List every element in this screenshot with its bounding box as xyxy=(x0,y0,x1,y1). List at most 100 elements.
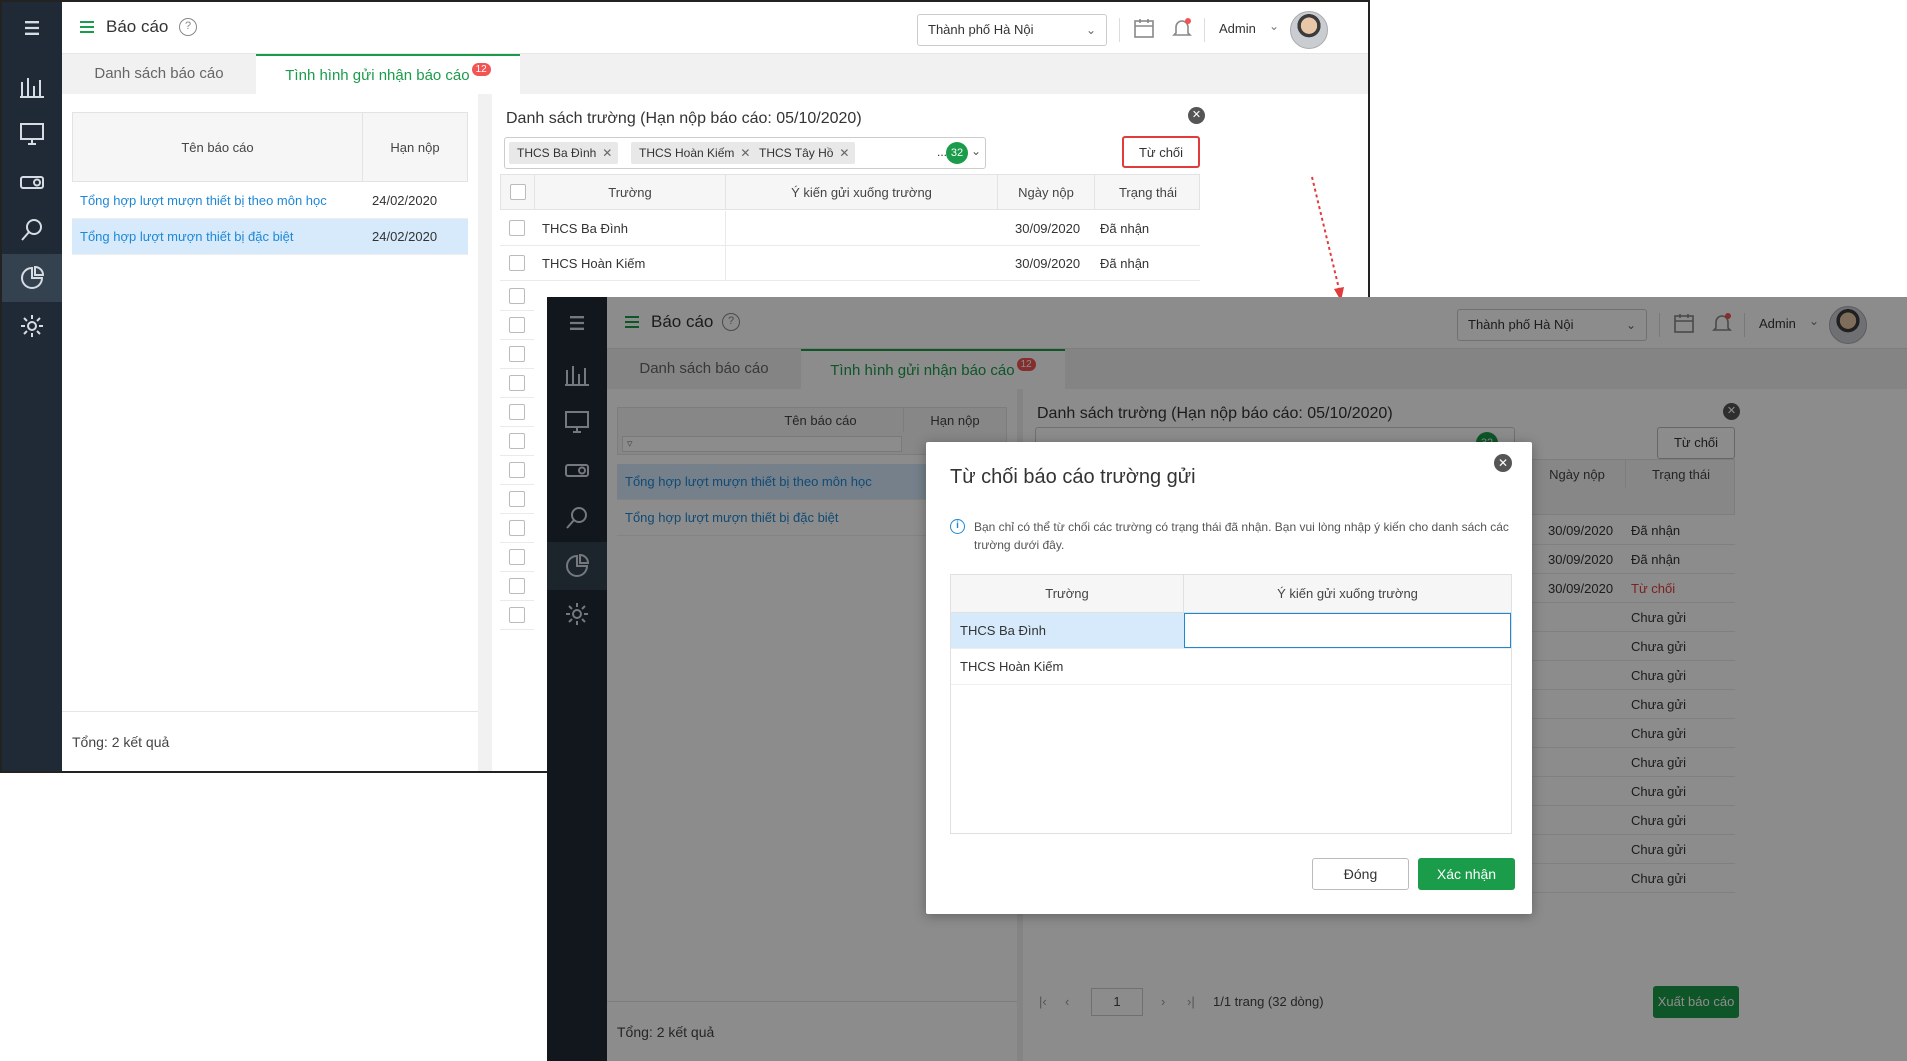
select-all-checkbox[interactable] xyxy=(509,184,526,200)
row-checkbox-cell xyxy=(509,211,525,245)
row-checkbox-cell xyxy=(500,485,534,514)
row-checkbox[interactable] xyxy=(509,404,525,420)
row-checkbox[interactable] xyxy=(509,255,525,271)
table-row[interactable]: THCS Hoàn Kiếm xyxy=(951,649,1511,685)
report-row[interactable]: Tổng hợp lượt mượn thiết bị theo môn học… xyxy=(72,183,468,219)
confirm-button[interactable]: Xác nhận xyxy=(1418,858,1515,890)
dialog-info: i Bạn chỉ có thể từ chối các trường có t… xyxy=(950,518,1520,554)
school-grid-header: Trường Ý kiến gửi xuống trường Ngày nộp … xyxy=(500,174,1200,210)
tab-bar: Danh sách báo cáo Tình hình gửi nhận báo… xyxy=(62,54,1368,94)
col-submit-date: Ngày nộp xyxy=(998,175,1095,209)
calendar-icon[interactable] xyxy=(1132,16,1156,40)
feedback-cell xyxy=(1184,613,1511,648)
divider xyxy=(725,246,726,280)
row-checkbox-cell xyxy=(500,311,534,340)
report-row[interactable]: Tổng hợp lượt mượn thiết bị đặc biệt 24/… xyxy=(72,219,468,255)
school-list-title: Danh sách trường (Hạn nộp báo cáo: 05/10… xyxy=(506,110,862,127)
bell-icon[interactable] xyxy=(1170,16,1194,40)
projector-icon[interactable] xyxy=(2,158,62,206)
reject-table: Trường Ý kiến gửi xuống trường THCS Ba Đ… xyxy=(950,574,1512,834)
school-name: THCS Ba Đình xyxy=(542,220,628,236)
help-icon[interactable]: ? xyxy=(179,18,197,36)
report-deadline: 24/02/2020 xyxy=(372,229,438,244)
remove-tag-icon[interactable]: ✕ xyxy=(740,142,750,164)
tag-label: THCS Ba Đình xyxy=(517,146,597,160)
col-report-name: Tên báo cáo xyxy=(73,113,363,181)
info-icon: i xyxy=(950,519,965,534)
row-checkbox[interactable] xyxy=(509,346,525,362)
tab-send-status[interactable]: Tình hình gửi nhận báo cáo 12 xyxy=(256,54,520,94)
table-row[interactable]: THCS Ba Đình 30/09/2020 Đã nhận xyxy=(500,211,1200,246)
chevron-down-icon[interactable]: ⌄ xyxy=(971,144,981,158)
report-name[interactable]: Tổng hợp lượt mượn thiết bị theo môn học xyxy=(80,183,327,219)
avatar[interactable] xyxy=(1290,11,1328,49)
row-checkbox[interactable] xyxy=(509,578,525,594)
nav-rail xyxy=(2,2,62,771)
close-button[interactable]: Đóng xyxy=(1312,858,1409,890)
table-row[interactable]: THCS Ba Đình xyxy=(951,613,1511,649)
city-select[interactable]: Thành phố Hà Nội ⌄ xyxy=(917,14,1107,46)
row-checkbox-cell xyxy=(500,398,534,427)
divider xyxy=(1119,18,1120,42)
row-checkbox-cell xyxy=(500,369,534,398)
selected-count-badge: 32 xyxy=(946,142,968,164)
search-icon[interactable] xyxy=(2,206,62,254)
school-tag: THCS Ba Đình ✕ xyxy=(509,142,619,164)
feedback-input[interactable] xyxy=(1184,613,1511,648)
row-checkbox-cell xyxy=(500,427,534,456)
row-checkbox[interactable] xyxy=(509,317,525,333)
reject-button[interactable]: Từ chối xyxy=(1122,136,1200,168)
pie-chart-icon[interactable] xyxy=(2,254,62,302)
row-checkbox[interactable] xyxy=(509,220,525,236)
table-row[interactable]: THCS Hoàn Kiếm 30/09/2020 Đã nhận xyxy=(500,246,1200,281)
dialog-info-text: Bạn chỉ có thể từ chối các trường có trạ… xyxy=(974,520,1509,552)
row-checkbox[interactable] xyxy=(509,288,525,304)
row-checkbox-cell xyxy=(500,282,534,311)
report-list-header: Tên báo cáo Hạn nộp xyxy=(72,112,468,182)
hamburger-icon[interactable] xyxy=(2,4,62,52)
row-checkbox[interactable] xyxy=(509,607,525,623)
reject-dialog: Từ chối báo cáo trường gửi ✕ i Bạn chỉ c… xyxy=(926,442,1532,914)
row-checkbox-cell xyxy=(500,340,534,369)
row-checkbox[interactable] xyxy=(509,375,525,391)
school-tag: THCS Tây Hồ ✕ xyxy=(751,142,856,164)
col-status: Trạng thái xyxy=(1118,184,1178,200)
row-checkbox[interactable] xyxy=(509,549,525,565)
row-checkbox[interactable] xyxy=(509,433,525,449)
monitor-icon[interactable] xyxy=(2,110,62,158)
close-icon[interactable]: ✕ xyxy=(1494,454,1512,472)
gear-icon[interactable] xyxy=(2,302,62,350)
col-school: Trường xyxy=(951,575,1184,612)
col-deadline: Hạn nộp xyxy=(390,139,440,155)
tab-send-status-label: Tình hình gửi nhận báo cáo xyxy=(285,67,470,84)
report-name[interactable]: Tổng hợp lượt mượn thiết bị đặc biệt xyxy=(80,219,294,255)
col-feedback: Ý kiến gửi xuống trường xyxy=(726,175,998,209)
row-checkbox-cell xyxy=(500,456,534,485)
row-checkbox[interactable] xyxy=(509,520,525,536)
school-tag-input[interactable]: THCS Ba Đình ✕ THCS Hoàn Kiếm ✕ THCS Tây H… xyxy=(504,137,986,169)
chevron-down-icon[interactable]: ⌄ xyxy=(1269,19,1279,33)
tab-report-list[interactable]: Danh sách báo cáo xyxy=(62,54,256,94)
page-title: Báo cáo xyxy=(106,17,169,36)
user-name[interactable]: Admin xyxy=(1219,21,1256,36)
row-checkbox-cell xyxy=(509,246,525,280)
divider xyxy=(1204,18,1205,42)
col-school: Trường xyxy=(535,175,726,209)
row-checkbox-cell xyxy=(500,601,534,630)
remove-tag-icon[interactable]: ✕ xyxy=(839,142,849,164)
select-all-cell xyxy=(501,175,535,209)
divider xyxy=(725,211,726,245)
top-bar: Báo cáo ? Thành phố Hà Nội ⌄ Admin ⌄ xyxy=(62,2,1368,54)
row-checkbox[interactable] xyxy=(509,491,525,507)
status: Đã nhận xyxy=(1100,255,1150,271)
bar-chart-icon[interactable] xyxy=(2,62,62,110)
front-app-window: Báo cáo ? Thành phố Hà Nội ⌄ Admin ⌄ Dan… xyxy=(547,297,1907,1061)
close-icon[interactable]: ✕ xyxy=(1188,107,1205,124)
dialog-title: Từ chối báo cáo trường gửi xyxy=(950,466,1196,488)
feedback-cell[interactable] xyxy=(1184,649,1511,684)
menu-icon[interactable] xyxy=(78,18,96,36)
remove-tag-icon[interactable]: ✕ xyxy=(602,142,612,164)
report-deadline: 24/02/2020 xyxy=(372,193,438,208)
result-total: Tổng: 2 kết quả xyxy=(62,711,478,771)
row-checkbox[interactable] xyxy=(509,462,525,478)
